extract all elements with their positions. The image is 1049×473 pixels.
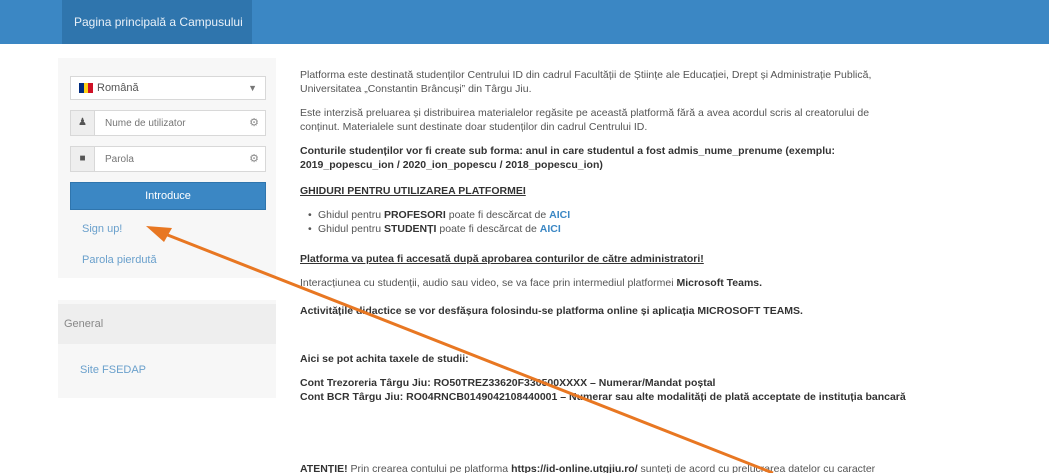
attention-text: Prin crearea contului pe platforma [347,463,512,473]
lock-icon: ■ [71,147,95,171]
login-button[interactable]: Introduce [70,182,266,210]
guide-stud-suffix: poate fi descărcat de [436,223,540,235]
activities-line: Activitățile didactice se vor desfășura … [300,305,803,317]
language-select[interactable]: Română ▼ [70,76,266,100]
guides-title: GHIDURI PENTRU UTILIZAREA PLATFORMEI [300,185,526,197]
treasury-account: Cont Trezoreria Târgu Jiu: RO50TREZ33620… [300,377,716,389]
romania-flag-icon [79,83,94,93]
fees-title: Aici se pot achita taxele de studii: [300,353,469,365]
intro-line-1: Platforma este destinată studenților Cen… [300,69,872,81]
login-panel: Română ▼ ♟ ⚙ ■ ⚙ Introduce Sign up! Paro… [58,58,276,278]
username-input[interactable] [105,115,225,131]
general-heading[interactable]: General [58,304,276,344]
attention-tail: sunteți de acord cu prelucrarea datelor … [637,463,876,473]
guide-prof-prefix: Ghidul pentru [318,209,384,221]
lost-password-link[interactable]: Parola pierdută [82,254,157,266]
top-navbar: Pagina principală a Campusului [0,0,1049,44]
caret-down-icon: ▼ [248,83,257,93]
key-icon: ⚙ [249,153,259,165]
password-field[interactable]: ■ ⚙ [70,146,266,172]
guide-students-link[interactable]: AICI [540,223,561,235]
accounts-line-2: 2019_popescu_ion / 2020_ion_popescu / 20… [300,159,603,171]
general-block: General Site FSEDAP [58,300,276,398]
guide-professors-link[interactable]: AICI [549,209,570,221]
attention-label: ATENȚIE! [300,463,348,473]
user-icon: ♟ [71,111,95,135]
key-icon: ⚙ [249,117,259,129]
guide-students: Ghidul pentru STUDENȚI poate fi descărca… [300,222,1030,236]
copyright-line-2: conținut. Materialele sunt destinate doa… [300,121,648,133]
bcr-account: Cont BCR Târgu Jiu: RO04RNCB014904210844… [300,391,906,403]
guide-stud-prefix: Ghidul pentru [318,223,384,235]
access-note: Platforma va putea fi accesată după apro… [300,253,704,265]
teams-line: Interacțiunea cu studenții, audio sau vi… [300,276,1030,290]
password-input[interactable] [105,151,225,167]
guide-stud-audience: STUDENȚI [383,223,437,235]
copyright-line-1: Este interzisă preluarea și distribuirea… [300,107,870,119]
guide-professors: Ghidul pentru PROFESORI poate fi descărc… [300,208,1030,222]
site-fsedap-link[interactable]: Site FSEDAP [80,364,146,376]
attention-url[interactable]: https://id-online.utgjiu.ro/ [511,463,638,473]
guide-prof-audience: PROFESORI [383,209,446,221]
teams-name: Microsoft Teams. [676,277,763,289]
accounts-line-1: Conturile studenților vor fi create sub … [300,145,836,157]
language-label: Română [97,82,139,94]
teams-prefix: Interacțiunea cu studenții, audio sau vi… [300,277,677,289]
guides-list: Ghidul pentru PROFESORI poate fi descărc… [300,208,1030,236]
guide-prof-suffix: poate fi descărcat de [445,209,550,221]
username-field[interactable]: ♟ ⚙ [70,110,266,136]
intro-line-2: Universitatea „Constantin Brâncuși” din … [300,83,532,95]
signup-link[interactable]: Sign up! [82,223,122,235]
home-tab[interactable]: Pagina principală a Campusului [62,0,252,44]
attention-line: ATENȚIE! Prin crearea contului pe platfo… [300,462,1030,473]
